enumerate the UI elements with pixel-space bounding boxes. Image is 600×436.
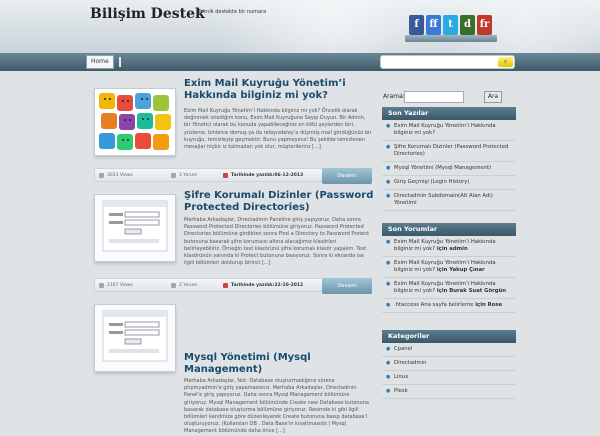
widget-heading: Kategoriler xyxy=(382,330,516,343)
list-item[interactable]: Exim Mail Kuyruğu Yönetim’i Hakkında bil… xyxy=(382,120,516,141)
post-title[interactable]: Şifre Korumalı Dizinler (Password Protec… xyxy=(184,190,374,214)
shelf-decoration xyxy=(405,35,497,42)
post-excerpt: Merhaba Arkadaşlar, Directadmin Paneline… xyxy=(184,217,370,267)
sidebar-search-input[interactable] xyxy=(404,91,464,103)
list-item[interactable]: Exim Mail Kuyruğu Yönetim’i Hakkında bil… xyxy=(382,236,516,257)
post-thumbnail[interactable] xyxy=(94,194,176,262)
post-excerpt: Merhaba Arkadaşlar, Not: Database oluştu… xyxy=(184,378,369,435)
post-comments[interactable]: 3 Yorum xyxy=(179,173,197,178)
comment-author: için Burak Suat Görgün xyxy=(435,288,507,294)
list-item[interactable]: Şifre Korumalı Dizinler (Password Protec… xyxy=(382,141,516,162)
nav-separator xyxy=(119,57,121,67)
comment-icon xyxy=(171,173,176,178)
post-date: Tarihinde yazıldı:06-12-2013 xyxy=(231,173,304,178)
categories-widget: Kategoriler Cpanel Directadmin Linux Ple… xyxy=(382,330,516,399)
post-meta-bar: 3653 Views 3 Yorum Tarihinde yazıldı:06-… xyxy=(94,168,372,184)
widget-heading: Son Yazılar xyxy=(382,107,516,120)
recent-posts-widget: Son Yazılar Exim Mail Kuyruğu Yönetim’i … xyxy=(382,107,516,211)
digg-icon[interactable]: d xyxy=(460,15,475,35)
post-title[interactable]: Exim Mail Kuyruğu Yönetim’i Hakkında bil… xyxy=(184,78,374,102)
post-thumbnail[interactable] xyxy=(94,88,176,156)
category-item[interactable]: Directadmin xyxy=(382,357,516,371)
post-comments[interactable]: 2 Yorum xyxy=(179,283,197,288)
post-views: 3653 Views xyxy=(107,173,133,178)
social-shelf: f ff t d fr xyxy=(405,10,497,42)
widget-heading: Son Yorumlar xyxy=(382,223,516,236)
list-item[interactable]: Mysql Yönetimi (Mysql Management) xyxy=(382,162,516,176)
site-header: Bilişim Destek Teknik destekte bir numar… xyxy=(0,0,600,53)
comment-icon xyxy=(171,283,176,288)
post-date: Tarihinde yazıldı:22-10-2012 xyxy=(231,283,304,288)
recent-comments-widget: Son Yorumlar Exim Mail Kuyruğu Yönetim’i… xyxy=(382,223,516,313)
read-more-button[interactable]: Devamı xyxy=(322,168,372,184)
views-icon xyxy=(99,173,104,178)
calendar-icon xyxy=(223,173,228,178)
post-excerpt: Exim Mail Kuyruğu Yönetim’i Hakkında bil… xyxy=(184,108,372,151)
search-label: Arama: xyxy=(383,93,405,100)
sidebar-search: Arama: Ara xyxy=(382,91,516,103)
post: Mysql Yönetimi (Mysql Management) Merhab… xyxy=(94,298,374,434)
list-item[interactable]: Giriş Geçmişi (Login History) xyxy=(382,176,516,190)
login-page-screenshot-image xyxy=(95,195,175,261)
post: Şifre Korumalı Dizinler (Password Protec… xyxy=(94,190,374,300)
site-logo[interactable]: Bilişim Destek xyxy=(90,6,205,22)
facebook-icon[interactable]: f xyxy=(409,15,424,35)
comment-author: için admin xyxy=(435,246,468,252)
smiley-collage-image xyxy=(95,89,175,155)
post-views: 2167 Views xyxy=(107,283,133,288)
read-more-button[interactable]: Devamı xyxy=(322,278,372,294)
category-item[interactable]: Linux xyxy=(382,371,516,385)
comment-post-link[interactable]: .htaccess Ana sayfa belirleme xyxy=(394,302,473,308)
list-item[interactable]: Exim Mail Kuyruğu Yönetim’i Hakkında bil… xyxy=(382,278,516,299)
post-meta-bar: 2167 Views 2 Yorum Tarihinde yazıldı:22-… xyxy=(94,278,372,294)
technorati-icon[interactable]: fr xyxy=(477,15,492,35)
twitter-icon[interactable]: t xyxy=(443,15,458,35)
comment-author: için Yakup Çınar xyxy=(435,267,485,273)
post: Exim Mail Kuyruğu Yönetim’i Hakkında bil… xyxy=(94,78,372,188)
post-title[interactable]: Mysql Yönetimi (Mysql Management) xyxy=(184,352,374,376)
site-tagline: Teknik destekte bir numara xyxy=(198,9,267,15)
list-item[interactable]: .htaccess Ana sayfa belirleme için Rose xyxy=(382,299,516,313)
friendfeed-icon[interactable]: ff xyxy=(426,15,441,35)
list-item[interactable]: Exim Mail Kuyruğu Yönetim’i Hakkında bil… xyxy=(382,257,516,278)
header-search-input[interactable]: ⌕ xyxy=(380,55,515,69)
category-item[interactable]: Cpanel xyxy=(382,343,516,357)
sidebar: Arama: Ara Son Yazılar Exim Mail Kuyruğu… xyxy=(382,88,516,400)
list-item[interactable]: Directadmin Subdomain(Alt Alan Adı) Yöne… xyxy=(382,190,516,211)
sidebar-search-button[interactable]: Ara xyxy=(484,91,502,103)
calendar-icon xyxy=(223,283,228,288)
search-button[interactable]: ⌕ xyxy=(498,57,513,67)
category-item[interactable]: Plesk xyxy=(382,385,516,399)
nav-home-link[interactable]: Home xyxy=(86,55,114,69)
views-icon xyxy=(99,283,104,288)
post-list: Exim Mail Kuyruğu Yönetim’i Hakkında bil… xyxy=(94,78,374,434)
comment-author: için Rose xyxy=(473,302,503,308)
login-page-screenshot-image xyxy=(95,305,175,371)
post-thumbnail[interactable] xyxy=(94,304,176,372)
